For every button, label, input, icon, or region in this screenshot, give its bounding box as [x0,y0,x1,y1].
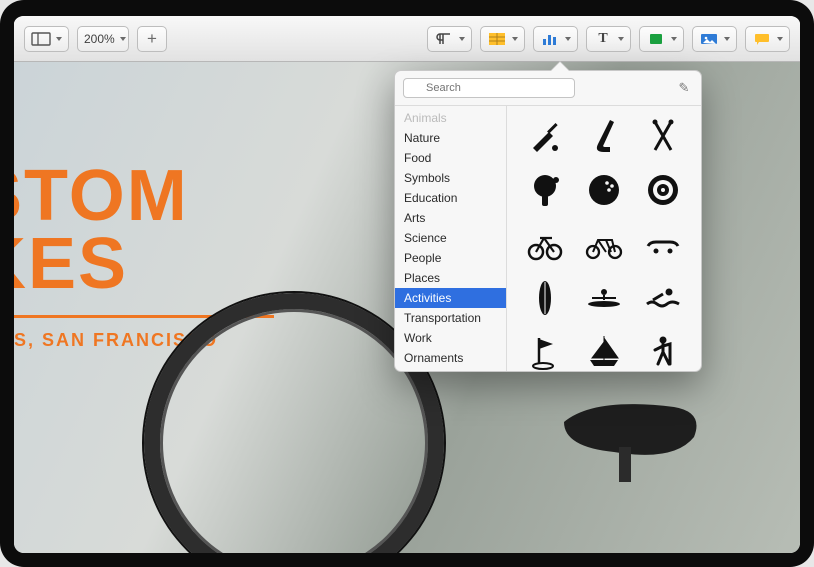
insert-text-button[interactable]: T [586,26,631,52]
bowling-ball-icon[interactable] [580,168,628,212]
zoom-value: 200% [84,32,115,46]
category-item[interactable]: Arts [395,208,506,228]
category-list[interactable]: Animals Nature Food Symbols Education Ar… [395,106,507,371]
insert-table-button[interactable] [480,26,525,52]
draw-shape-button[interactable]: ✎ [675,79,693,97]
golf-flag-icon[interactable] [521,330,569,371]
zoom-select[interactable]: 200% [77,26,129,52]
category-item[interactable]: Nature [395,128,506,148]
surfboard-icon[interactable] [521,276,569,320]
category-item[interactable]: Education [395,188,506,208]
category-item-selected[interactable]: Activities [395,288,506,308]
shapes-popover: 🔍 ✎ Animals Nature Food Symbols Educatio… [394,70,702,372]
media-icon [699,31,719,47]
title-line-2: KES [14,230,274,298]
swimmer-icon[interactable] [639,276,687,320]
chart-icon [540,31,560,47]
category-item[interactable]: People [395,248,506,268]
category-item[interactable]: Food [395,148,506,168]
sailboat-icon[interactable] [580,330,628,371]
table-icon [487,31,507,47]
tandem-bicycle-icon[interactable] [580,222,628,266]
insert-shape-button[interactable] [639,26,684,52]
cricket-bat-icon[interactable] [521,114,569,158]
ping-pong-icon[interactable] [521,168,569,212]
comment-icon [752,31,772,47]
bicycle-icon[interactable] [521,222,569,266]
insert-comment-button[interactable] [745,26,790,52]
category-item[interactable]: Symbols [395,168,506,188]
category-item[interactable]: Animals [395,108,506,128]
insert-media-button[interactable] [692,26,737,52]
pen-icon: ✎ [679,80,690,96]
text-icon: T [593,31,613,47]
category-item[interactable]: Work [395,328,506,348]
view-menu-button[interactable] [24,26,69,52]
app-window: 200% + T STOM KES S, SAN FRANCISCO 🔍 ✎ [0,0,814,567]
shape-search-input[interactable] [403,78,575,98]
toolbar: 200% + T [14,16,800,62]
rowing-icon[interactable] [580,276,628,320]
ski-poles-icon[interactable] [639,114,687,158]
paragraph-style-button[interactable] [427,26,472,52]
popover-search-row: 🔍 ✎ [395,71,701,105]
hiker-icon[interactable] [639,330,687,371]
plus-icon: + [147,29,157,49]
insert-chart-button[interactable] [533,26,578,52]
hockey-stick-icon[interactable] [580,114,628,158]
category-item[interactable]: Science [395,228,506,248]
view-layout-icon [31,31,51,47]
shape-icon [646,31,666,47]
skateboard-icon[interactable] [639,222,687,266]
add-page-button[interactable]: + [137,26,167,52]
title-line-1: STOM [14,162,274,230]
category-item[interactable]: Places [395,268,506,288]
category-item[interactable]: Transportation [395,308,506,328]
shapes-grid[interactable] [507,106,701,371]
bike-seat [554,392,704,482]
category-item[interactable]: Ornaments [395,348,506,368]
paragraph-icon [434,31,454,47]
target-icon[interactable] [639,168,687,212]
